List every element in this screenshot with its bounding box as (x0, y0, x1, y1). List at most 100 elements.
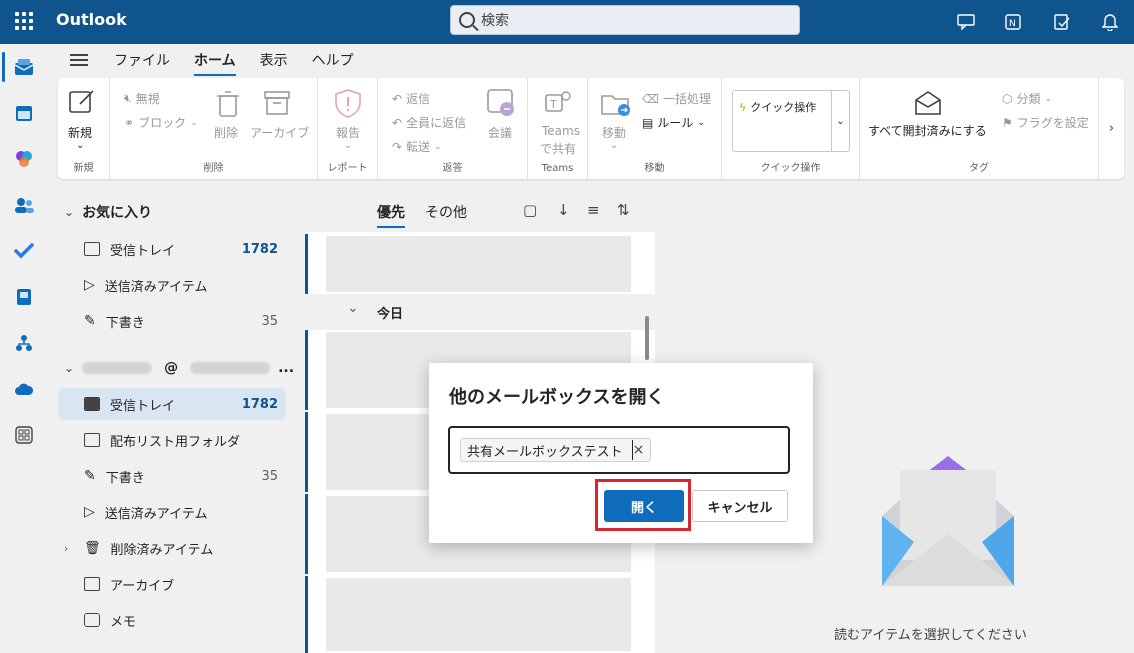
chevron-right-icon[interactable]: › (1098, 78, 1124, 179)
meeting-button[interactable]: 会議 (488, 124, 512, 141)
mark-all-read-button[interactable]: すべて開封済みにする (868, 122, 987, 139)
tab-home[interactable]: ホーム (194, 46, 236, 76)
tag-icon: ⬡ (1002, 91, 1013, 106)
app-title: Outlook (56, 10, 127, 29)
folder-favorites-drafts[interactable]: ✎ 下書き 35 (58, 305, 286, 337)
people-icon (15, 198, 34, 213)
bulk-button[interactable]: ⌫ 一括処理 (642, 90, 711, 107)
rail-todo[interactable] (0, 228, 48, 274)
ribbon-tabs: ファイル ホーム 表示 ヘルプ (48, 44, 1134, 76)
report-button[interactable]: 報告 (336, 124, 360, 141)
group-delete: 🔇︎ 無視 ⚭ ブロック ⌄ 削除 アーカイブ 削除 (110, 78, 318, 179)
message-item[interactable] (305, 234, 655, 294)
new-button[interactable]: 新規 (68, 124, 92, 141)
check-icon (14, 243, 34, 259)
rail-mail[interactable] (0, 44, 48, 90)
flag-button[interactable]: ⚑ フラグを設定 (1002, 114, 1089, 131)
onenote-icon[interactable]: N (990, 0, 1038, 44)
group-label-respond: 返答 (442, 163, 463, 174)
rail-calendar[interactable] (0, 90, 48, 136)
remove-chip-icon[interactable]: × (633, 442, 645, 458)
rail-onedrive[interactable] (0, 366, 48, 412)
group-label-delete: 削除 (203, 163, 224, 174)
move-button[interactable]: 移動 (602, 124, 626, 141)
teams-share-line1[interactable]: Teams (542, 124, 580, 138)
folder-notes[interactable]: メモ (58, 604, 286, 636)
top-icons: N (942, 0, 1134, 44)
bell-icon[interactable] (1086, 0, 1134, 44)
tab-help[interactable]: ヘルプ (312, 46, 354, 74)
reply-button[interactable]: ↶ 返信 (392, 90, 430, 107)
tab-file[interactable]: ファイル (114, 46, 170, 74)
folder-archive[interactable]: アーカイブ (58, 568, 286, 600)
scrollbar[interactable] (645, 316, 649, 360)
jump-down-icon[interactable]: ↓ (557, 201, 570, 219)
rail-more-apps[interactable] (0, 412, 48, 458)
folder-deleted[interactable]: › 🗑︎ 削除済みアイテム (58, 532, 286, 564)
move-dropdown-icon[interactable]: ⌄ (610, 140, 618, 151)
new-mail-icon[interactable] (68, 88, 94, 114)
redacted-message (326, 236, 631, 292)
delete-button[interactable]: 削除 (214, 124, 238, 141)
rail-org[interactable] (0, 320, 48, 366)
menu-icon[interactable] (70, 54, 88, 66)
group-label-teams: Teams (541, 163, 574, 174)
search-icon (459, 12, 475, 28)
org-chart-icon (16, 335, 32, 351)
archive-button[interactable]: アーカイブ (250, 124, 309, 141)
rail-people[interactable] (0, 182, 48, 228)
chevron-right-icon[interactable]: › (64, 542, 68, 555)
trash-icon: 🗑︎ (84, 540, 101, 556)
highlight-box (595, 479, 691, 531)
mailbox-input[interactable]: 共有メールボックステスト × (448, 426, 790, 474)
sort-icon[interactable]: ⇅ (617, 201, 630, 219)
rail-copilot[interactable] (0, 136, 48, 182)
unread-count: 1782 (241, 241, 278, 257)
filter-icon[interactable]: ≡ (587, 201, 600, 219)
forward-button[interactable]: ↷ 転送 ⌄ (392, 138, 442, 155)
feedback-icon[interactable] (942, 0, 990, 44)
group-label-move: 移動 (644, 163, 665, 174)
mark-read-icon (914, 90, 942, 120)
folder-inbox[interactable]: 受信トレイ 1782 (58, 388, 286, 420)
tab-view[interactable]: 表示 (260, 46, 288, 74)
teams-share-line2[interactable]: で共有 (540, 140, 576, 157)
select-icon[interactable]: ▢ (523, 201, 537, 219)
forward-icon: ↷ (392, 139, 403, 154)
rail-files[interactable] (0, 274, 48, 320)
svg-text:N: N (1009, 19, 1016, 29)
folder-sent[interactable]: ▷ 送信済みアイテム (58, 496, 286, 528)
files-icon (17, 289, 31, 305)
report-dropdown-icon[interactable]: ⌄ (344, 140, 352, 151)
reply-all-button[interactable]: ↶ 全員に返信 (392, 114, 466, 131)
folder-drafts[interactable]: ✎ 下書き 35 (58, 460, 286, 492)
block-button[interactable]: ⚭ ブロック ⌄ (124, 114, 198, 131)
account-header[interactable]: ⌄ @... (64, 360, 294, 376)
cancel-button[interactable]: キャンセル (692, 490, 788, 522)
new-dropdown-icon[interactable]: ⌄ (76, 140, 84, 151)
draft-count: 35 (261, 468, 278, 484)
folder-favorites-sent[interactable]: ▷ 送信済みアイテム (58, 269, 286, 301)
mailbox-chip[interactable]: 共有メールボックステスト × (460, 438, 652, 462)
chevron-down-icon[interactable]: ⌄ (831, 91, 849, 151)
todo-icon[interactable] (1038, 0, 1086, 44)
archive-icon (264, 90, 290, 120)
tab-other[interactable]: その他 (425, 202, 467, 222)
favorites-header[interactable]: ⌄ お気に入り (64, 202, 152, 222)
categorize-button[interactable]: ⬡ 分類 ⌄ (1002, 90, 1052, 107)
message-item[interactable] (305, 576, 655, 653)
archive-icon (84, 577, 100, 591)
tab-focused[interactable]: 優先 (377, 202, 405, 228)
quick-actions-gallery[interactable]: ϟ クイック操作 ⌄ (732, 90, 850, 152)
folder-icon (84, 433, 100, 447)
rules-button[interactable]: ▤ ルール ⌄ (642, 114, 705, 131)
group-label-tags: タグ (969, 163, 989, 174)
search-box[interactable]: 検索 (450, 5, 800, 35)
app-launcher-icon[interactable] (15, 12, 33, 30)
quick-action-item[interactable]: ϟ クイック操作 (739, 99, 816, 115)
today-group-header[interactable]: 今日 (305, 294, 655, 330)
redacted-domain (190, 362, 271, 374)
folder-distribution[interactable]: 配布リスト用フォルダ (58, 424, 286, 456)
ignore-button[interactable]: 🔇︎ 無視 (124, 90, 160, 107)
folder-favorites-inbox[interactable]: 受信トレイ 1782 (58, 233, 286, 265)
